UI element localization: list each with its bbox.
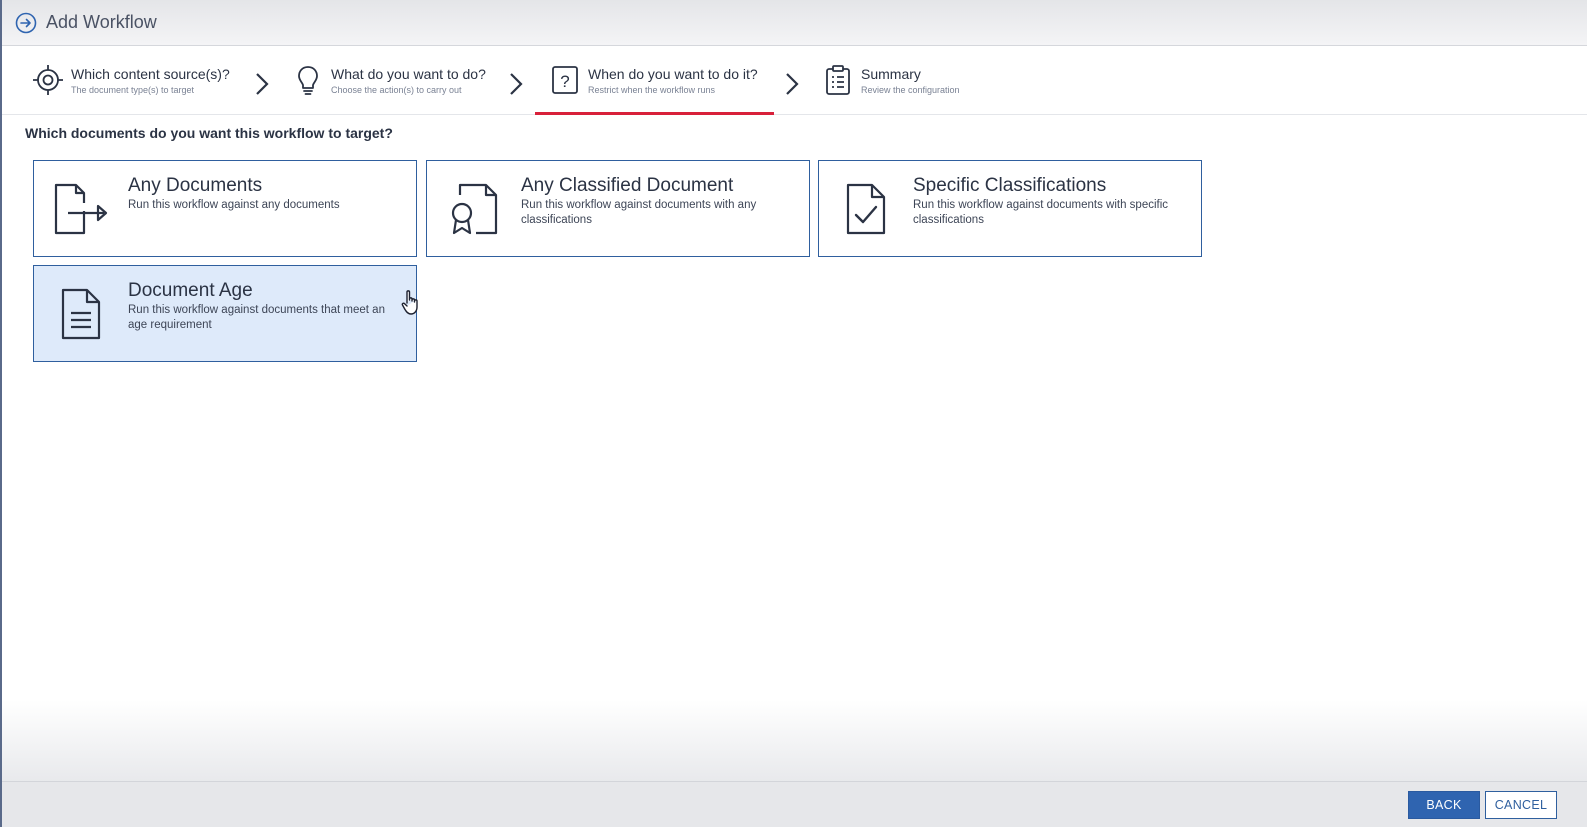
document-export-icon [34,161,128,256]
option-title: Any Classified Document [521,175,734,196]
option-specific-classifications[interactable]: Specific Classifications Run this workfl… [818,160,1202,257]
option-title: Any Documents [128,175,263,196]
arrow-right-circle-icon[interactable] [15,12,37,34]
wizard-steps: Which content source(s)? The document ty… [2,46,1587,115]
lightbulb-icon [291,63,325,97]
question-box-icon: ? [548,63,582,97]
target-icon [31,63,65,97]
step-title: What do you want to do? [331,65,486,82]
hand-pointer-cursor-icon [401,290,418,315]
step-action[interactable]: What do you want to do? Choose the actio… [291,46,486,114]
step-subtitle: Review the configuration [861,84,960,95]
step-summary[interactable]: Summary Review the configuration [821,46,960,114]
option-description: Run this workflow against documents that… [128,304,385,331]
footer-fade [2,700,1587,782]
document-check-icon [819,161,913,256]
svg-text:?: ? [560,72,569,91]
add-workflow-window: Add Workflow Which content source(s)? Th… [0,0,1587,827]
option-description: Run this workflow against documents with… [521,199,757,226]
step-subtitle: Restrict when the workflow runs [588,84,716,95]
chevron-right-icon [256,73,269,95]
option-document-age[interactable]: Document Age Run this workflow against d… [33,265,417,362]
option-title: Specific Classifications [913,175,1107,196]
option-any-classified-document[interactable]: Any Classified Document Run this workflo… [426,160,810,257]
option-description: Run this workflow against any documents [128,199,340,211]
step-title: Which content source(s)? [71,65,230,82]
clipboard-list-icon [821,63,855,97]
target-question: Which documents do you want this workflo… [25,125,393,141]
dialog-title: Add Workflow [46,12,157,32]
option-any-documents[interactable]: Any Documents Run this workflow against … [33,160,417,257]
chevron-right-icon [510,73,523,95]
dialog-header: Add Workflow [2,0,1587,46]
step-timing[interactable]: ? When do you want to do it? Restrict wh… [535,46,774,115]
dialog-footer [2,781,1587,827]
option-description: Run this workflow against documents with… [913,199,1169,226]
back-button[interactable]: BACK [1408,791,1480,819]
document-badge-icon [427,161,521,256]
chevron-right-icon [786,73,799,95]
step-content-source[interactable]: Which content source(s)? The document ty… [31,46,230,114]
option-title: Document Age [128,280,253,301]
document-lines-icon [34,266,128,361]
cancel-button[interactable]: CANCEL [1485,791,1557,819]
step-title: Summary [861,65,921,82]
step-title: When do you want to do it? [588,65,758,82]
step-subtitle: The document type(s) to target [71,84,195,95]
step-subtitle: Choose the action(s) to carry out [331,84,462,95]
